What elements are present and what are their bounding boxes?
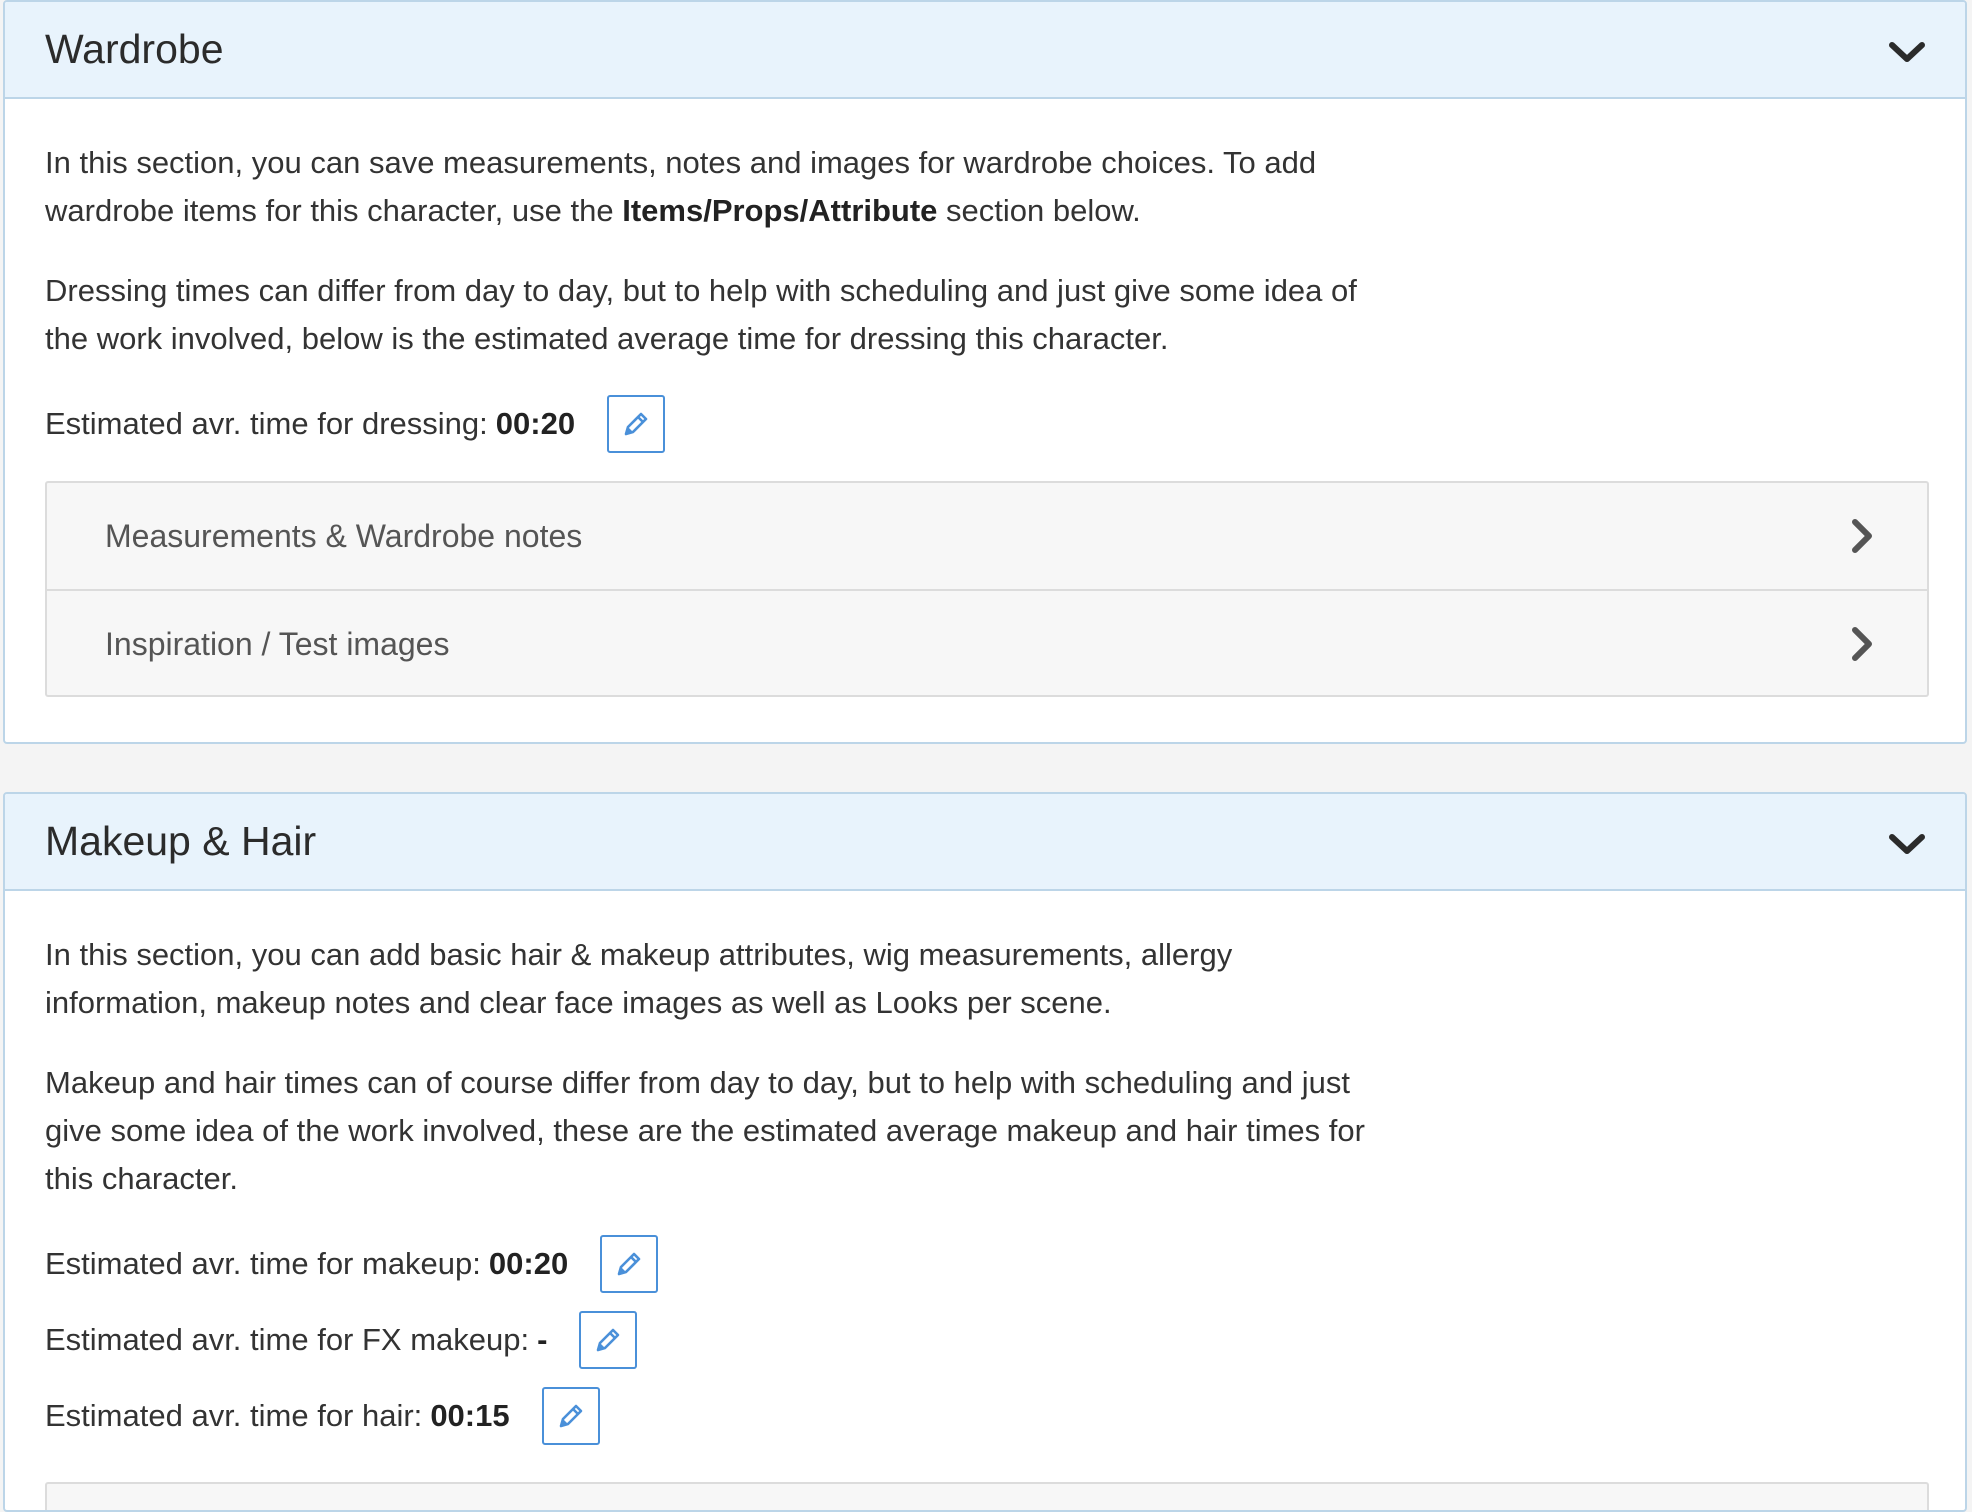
wardrobe-title: Wardrobe xyxy=(45,26,224,72)
accordion-item-measurements[interactable]: Measurements & Wardrobe notes xyxy=(47,483,1927,589)
dressing-time-row: Estimated avr. time for dressing: 00:20 xyxy=(45,395,1925,453)
accordion-item-inspiration[interactable]: Inspiration / Test images xyxy=(47,589,1927,695)
hair-time-row: Estimated avr. time for hair: 00:15 xyxy=(45,1387,1925,1445)
hair-time-value: 00:15 xyxy=(430,1398,510,1433)
edit-hair-time-button[interactable] xyxy=(541,1387,600,1445)
dressing-time-label: Estimated avr. time for dressing: xyxy=(45,406,488,441)
accordion-label: Inspiration / Test images xyxy=(105,626,450,662)
pencil-icon xyxy=(559,1404,582,1428)
wardrobe-panel-body: In this section, you can save measuremen… xyxy=(5,99,1965,697)
makeup-hair-panel-body: In this section, you can add basic hair … xyxy=(5,891,1965,1445)
makeup-accordion xyxy=(45,1482,1929,1510)
chevron-right-icon xyxy=(1852,519,1872,553)
fx-makeup-time-row: Estimated avr. time for FX makeup: - xyxy=(45,1311,1925,1369)
wardrobe-intro-text: In this section, you can save measuremen… xyxy=(45,145,1317,228)
chevron-down-icon[interactable] xyxy=(1887,36,1927,68)
makeup-time-label: Estimated avr. time for makeup: xyxy=(45,1246,481,1281)
makeup-hair-panel: Makeup & Hair In this section, you can a… xyxy=(3,792,1967,1512)
edit-dressing-time-button[interactable] xyxy=(607,395,666,453)
fx-makeup-time-value: - xyxy=(537,1322,548,1357)
wardrobe-dressing-text: Dressing times can differ from day to da… xyxy=(45,273,1357,356)
items-props-attribute-label: Items/Props/Attribute xyxy=(622,193,938,228)
edit-makeup-time-button[interactable] xyxy=(600,1235,659,1293)
wardrobe-accordion: Measurements & Wardrobe notes Inspiratio… xyxy=(45,481,1929,697)
chevron-right-icon xyxy=(1852,627,1872,661)
makeup-intro-text: In this section, you can add basic hair … xyxy=(45,937,1233,1020)
dressing-time-value: 00:20 xyxy=(495,406,576,441)
wardrobe-panel: Wardrobe In this section, you can save m… xyxy=(3,0,1967,744)
makeup-times-text: Makeup and hair times can of course diff… xyxy=(45,1065,1365,1196)
chevron-down-icon[interactable] xyxy=(1887,828,1927,860)
accordion-label: Measurements & Wardrobe notes xyxy=(105,518,583,554)
fx-makeup-time-label: Estimated avr. time for FX makeup: xyxy=(45,1322,530,1357)
edit-fx-makeup-time-button[interactable] xyxy=(579,1311,638,1369)
makeup-hair-title: Makeup & Hair xyxy=(45,818,317,864)
makeup-time-row: Estimated avr. time for makeup: 00:20 xyxy=(45,1235,1925,1293)
wardrobe-panel-header[interactable]: Wardrobe xyxy=(5,2,1965,99)
pencil-icon xyxy=(624,412,648,436)
makeup-hair-panel-header[interactable]: Makeup & Hair xyxy=(5,794,1965,891)
makeup-time-value: 00:20 xyxy=(488,1246,569,1281)
pencil-icon xyxy=(597,1328,620,1352)
pencil-icon xyxy=(617,1252,641,1276)
hair-time-label: Estimated avr. time for hair: xyxy=(45,1398,423,1433)
